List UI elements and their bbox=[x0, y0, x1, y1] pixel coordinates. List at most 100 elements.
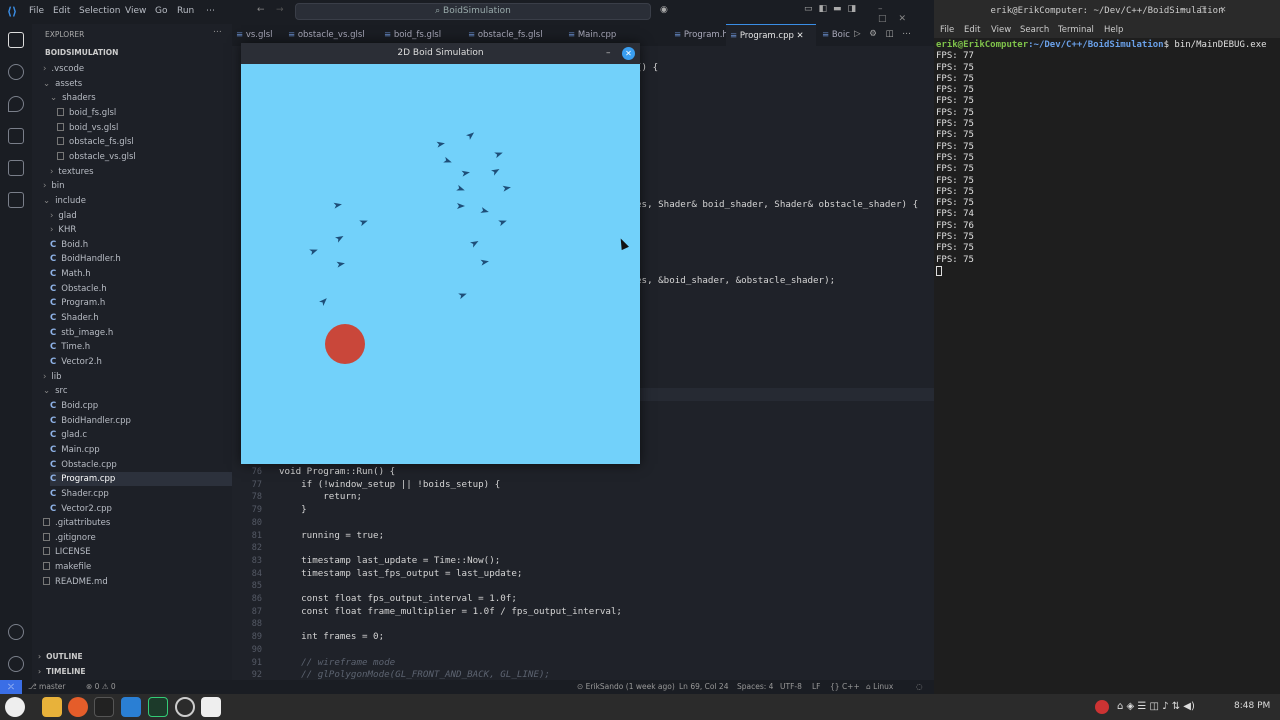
firefox-icon[interactable] bbox=[68, 697, 88, 717]
tree-item[interactable]: makefile bbox=[43, 560, 232, 574]
tree-item[interactable]: Cglad.c bbox=[50, 428, 232, 442]
clock[interactable]: 8:48 PM bbox=[1234, 701, 1270, 711]
tree-item[interactable]: C Main.cpp bbox=[50, 443, 232, 457]
tab-program-h[interactable]: ≡ Program.h bbox=[670, 24, 728, 46]
tree-item[interactable]: C Program.cpp bbox=[50, 472, 232, 487]
tree-item[interactable]: C Obstacle.h bbox=[50, 282, 232, 296]
remote-indicator-icon[interactable]: ⤫ bbox=[0, 680, 22, 694]
tree-item[interactable]: .gitattributes bbox=[43, 516, 232, 530]
search-icon[interactable] bbox=[8, 64, 24, 80]
tree-item[interactable]: LICENSE bbox=[43, 545, 232, 559]
boid-window-titlebar[interactable]: 2D Boid Simulation – ✕ bbox=[241, 43, 640, 64]
command-search-input[interactable]: ⌕ BoidSimulation bbox=[295, 3, 651, 20]
tree-item[interactable]: C Math.h bbox=[50, 267, 232, 281]
obs-tray-icon[interactable] bbox=[1095, 700, 1109, 714]
tree-item[interactable]: boid_vs.glsl bbox=[57, 121, 232, 135]
system-monitor-icon[interactable] bbox=[148, 697, 168, 717]
menu-selection[interactable]: Selection bbox=[79, 6, 120, 16]
notifications-bell-icon[interactable]: ◌ bbox=[916, 680, 923, 694]
tree-item[interactable]: › textures bbox=[50, 165, 232, 179]
tree-item[interactable]: README.md bbox=[43, 575, 232, 589]
menu-more[interactable]: ⋯ bbox=[206, 6, 215, 16]
terminal-menu-search[interactable]: Search bbox=[1020, 25, 1049, 35]
tree-item[interactable]: C BoidHandler.h bbox=[50, 252, 232, 266]
start-menu-icon[interactable] bbox=[5, 697, 25, 717]
tab-program-cpp[interactable]: ≡ Program.cpp ✕ bbox=[726, 24, 816, 46]
tree-item[interactable]: › KHR bbox=[50, 223, 232, 237]
editor-actions[interactable]: ▷ ⚙ ◫ ⋯ bbox=[854, 29, 914, 39]
explorer-more-icon[interactable]: ⋯ bbox=[213, 27, 222, 37]
close-tab-icon[interactable]: ✕ bbox=[794, 31, 804, 41]
git-branch[interactable]: ⎇ master bbox=[28, 680, 65, 694]
tree-item[interactable]: C Shader.cpp bbox=[50, 487, 232, 501]
menu-run[interactable]: Run bbox=[177, 6, 194, 16]
menu-go[interactable]: Go bbox=[155, 6, 167, 16]
tree-item[interactable]: ⌄ include bbox=[43, 194, 232, 208]
source-control-icon[interactable] bbox=[8, 96, 24, 112]
terminal-output[interactable]: erik@ErikComputer:~/Dev/C++/BoidSimulati… bbox=[936, 40, 1278, 280]
vscode-app-icon[interactable] bbox=[121, 697, 141, 717]
tab-boic[interactable]: ≡ Boic bbox=[818, 24, 858, 46]
tree-item[interactable]: C Vector2.cpp bbox=[50, 502, 232, 516]
files-icon[interactable] bbox=[42, 697, 62, 717]
tree-item[interactable]: C Time.h bbox=[50, 340, 232, 354]
run-debug-icon[interactable] bbox=[8, 128, 24, 144]
terminal-menu-help[interactable]: Help bbox=[1104, 25, 1123, 35]
remote-icon[interactable] bbox=[8, 192, 24, 208]
window-controls[interactable]: –□✕ bbox=[878, 4, 934, 24]
back-arrow-icon[interactable]: ← bbox=[257, 5, 265, 15]
tree-item[interactable]: obstacle_fs.glsl bbox=[57, 135, 232, 149]
explorer-icon[interactable] bbox=[8, 32, 24, 48]
tree-item[interactable]: C BoidHandler.cpp bbox=[50, 414, 232, 428]
line-ending[interactable]: LF bbox=[812, 680, 821, 694]
terminal-menu-edit[interactable]: Edit bbox=[964, 25, 980, 35]
tree-item[interactable]: › glad bbox=[50, 209, 232, 223]
menu-edit[interactable]: Edit bbox=[53, 6, 70, 16]
settings-gear-icon[interactable] bbox=[8, 656, 24, 672]
outline-section[interactable]: › OUTLINE bbox=[38, 652, 83, 661]
tree-item[interactable]: C Boid.h bbox=[50, 238, 232, 252]
tree-item[interactable]: ⌄ shaders bbox=[50, 91, 232, 105]
terminal-window-controls[interactable]: –□✕ bbox=[1180, 4, 1240, 15]
terminal-app-icon[interactable] bbox=[94, 697, 114, 717]
terminal-menu-view[interactable]: View bbox=[991, 25, 1011, 35]
language-mode[interactable]: {} C++ bbox=[830, 680, 860, 694]
menu-file[interactable]: File bbox=[29, 6, 44, 16]
project-root[interactable]: BOIDSIMULATION bbox=[45, 48, 118, 57]
copilot-icon[interactable]: ◉ bbox=[660, 5, 668, 15]
tree-item[interactable]: .gitignore bbox=[43, 531, 232, 545]
git-blame[interactable]: ⊙ ErikSando (1 week ago) bbox=[577, 680, 675, 694]
simulation-canvas[interactable] bbox=[241, 64, 640, 464]
account-icon[interactable] bbox=[8, 624, 24, 640]
tree-item[interactable]: C Obstacle.cpp bbox=[50, 458, 232, 472]
minimize-button[interactable]: – bbox=[606, 43, 611, 64]
tray-icons[interactable]: ⌂ ◈ ☰ ◫ ♪ ⇅ ◀) bbox=[1117, 701, 1195, 712]
tree-item[interactable]: obstacle_vs.glsl bbox=[57, 150, 232, 164]
tree-item[interactable]: C Vector2.h bbox=[50, 355, 232, 369]
terminal-menu-file[interactable]: File bbox=[940, 25, 954, 35]
tree-item[interactable]: C Program.h bbox=[50, 296, 232, 310]
tree-item[interactable]: ⌄ src bbox=[43, 384, 232, 398]
tree-item[interactable]: › lib bbox=[43, 370, 232, 384]
tree-item[interactable]: Cstb_image.h bbox=[50, 326, 232, 340]
extensions-icon[interactable] bbox=[8, 160, 24, 176]
menu-view[interactable]: View bbox=[125, 6, 146, 16]
timeline-section[interactable]: › TIMELINE bbox=[38, 667, 86, 676]
tree-item[interactable]: › bin bbox=[43, 179, 232, 193]
timeshift-icon[interactable] bbox=[175, 697, 195, 717]
indent-spaces[interactable]: Spaces: 4 bbox=[737, 680, 773, 694]
forward-arrow-icon[interactable]: → bbox=[276, 5, 284, 15]
tree-item[interactable]: › .vscode bbox=[43, 62, 232, 76]
tree-item[interactable]: boid_fs.glsl bbox=[57, 106, 232, 120]
tree-item[interactable]: ⌄ assets bbox=[43, 77, 232, 91]
cursor-position[interactable]: Ln 69, Col 24 bbox=[679, 680, 728, 694]
layout-toggle-icons[interactable]: ▭◧▬◨ bbox=[804, 4, 862, 14]
tree-item[interactable]: C Boid.cpp bbox=[50, 399, 232, 413]
problems-count[interactable]: ⊗ 0 ⚠ 0 bbox=[86, 680, 116, 694]
close-button[interactable]: ✕ bbox=[622, 47, 635, 60]
os-indicator[interactable]: ⌂ Linux bbox=[866, 680, 893, 694]
terminal-menu-terminal[interactable]: Terminal bbox=[1058, 25, 1094, 35]
file-encoding[interactable]: UTF-8 bbox=[780, 680, 802, 694]
boid-app-icon[interactable] bbox=[201, 697, 221, 717]
tree-item[interactable]: C Shader.h bbox=[50, 311, 232, 325]
